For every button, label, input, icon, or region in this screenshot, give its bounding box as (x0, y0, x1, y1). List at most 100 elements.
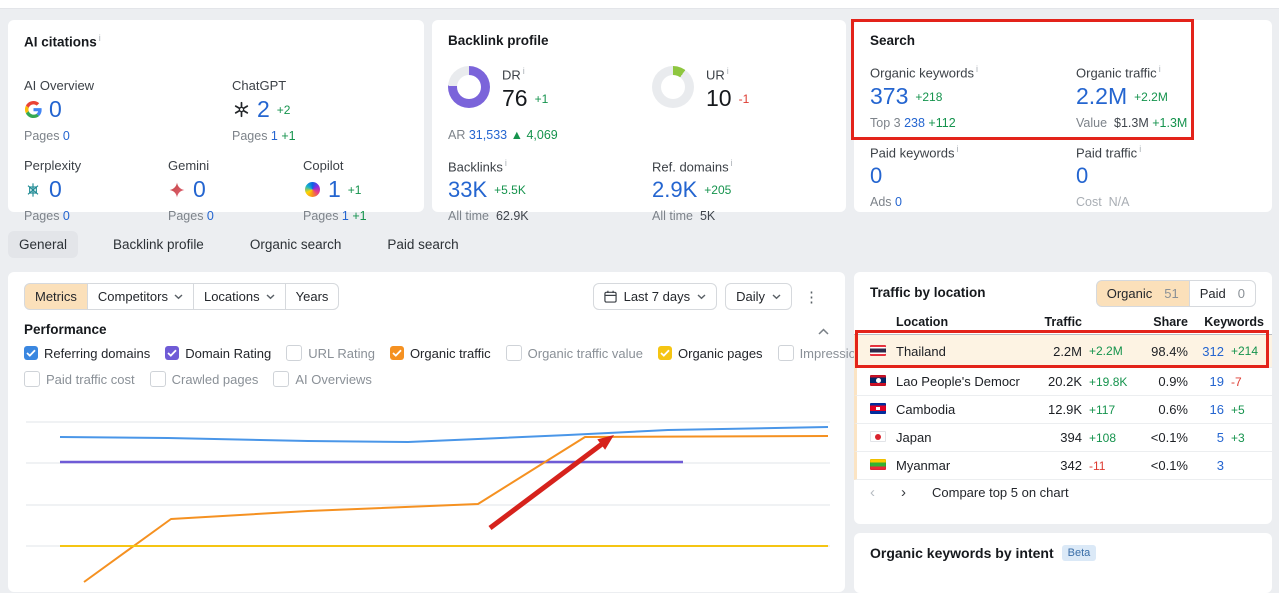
keywords-link[interactable]: 312 (1188, 344, 1224, 359)
keywords-link[interactable]: 19 (1188, 374, 1224, 389)
ref-domains-delta: +205 (704, 183, 732, 198)
checked-checkbox-icon (24, 346, 38, 360)
checked-checkbox-icon (389, 346, 404, 360)
location-pager: ‹ › Compare top 5 on chart (870, 484, 1069, 501)
metrics-button[interactable]: Metrics (24, 283, 88, 310)
checkbox-domain-rating[interactable]: Domain Rating (165, 346, 271, 361)
location-row-thailand[interactable]: Thailand 2.2M +2.2M 98.4% 312 +214 (854, 335, 1272, 368)
keywords-link[interactable]: 5 (1188, 430, 1224, 445)
paid-toggle-button[interactable]: Paid 0 (1188, 280, 1256, 307)
chart-line-referring-domains (59, 426, 829, 443)
domain-rating-block: DR i 76 +1 (448, 66, 548, 110)
collapse-chevron-icon[interactable] (818, 322, 829, 340)
dr-donut-chart (448, 66, 490, 108)
checkbox-organic-traffic-value[interactable]: Organic traffic value (505, 345, 643, 361)
ai-citation-count[interactable]: 0 (49, 178, 62, 201)
granularity-dropdown[interactable]: Daily (725, 283, 792, 310)
paid-keywords-value[interactable]: 0 (870, 165, 882, 187)
ur-label: UR i (706, 66, 729, 83)
location-table: Location Traffic Share Keywords Thailand… (854, 310, 1272, 480)
ref-domains-value[interactable]: 2.9K (652, 179, 697, 201)
location-row-cambodia[interactable]: Cambodia 12.9K +117 0.6% 16 +5 (854, 396, 1272, 424)
ur-delta: -1 (738, 91, 750, 106)
calendar-icon (603, 290, 617, 303)
pager-prev-icon[interactable]: ‹ (870, 484, 875, 501)
checkbox-referring-domains[interactable]: Referring domains (24, 346, 150, 361)
traffic-by-location-card: Traffic by location Organic 51 Paid 0 Loca… (854, 272, 1272, 524)
checkbox-organic-traffic[interactable]: Organic traffic (389, 346, 491, 361)
myanmar-flag-icon (870, 459, 886, 470)
info-icon: i (98, 33, 101, 43)
info-icon: i (522, 66, 525, 76)
checkbox-paid-traffic-cost[interactable]: Paid traffic cost (24, 371, 135, 387)
organic-toggle-button[interactable]: Organic 51 (1095, 280, 1190, 307)
unchecked-checkbox-icon (505, 345, 522, 361)
ai-citation-copilot: Copilot 1 +1 Pages 1 +1 (303, 158, 367, 223)
checkbox-crawled-pages[interactable]: Crawled pages (149, 371, 258, 387)
ai-citation-count[interactable]: 0 (193, 178, 206, 201)
ai-citation-count[interactable]: 1 (328, 178, 341, 201)
performance-section-title: Performance (24, 322, 107, 337)
keywords-delta: +3 (1231, 430, 1245, 445)
traffic-by-location-title: Traffic by location (870, 285, 986, 300)
locations-dropdown[interactable]: Locations (192, 283, 286, 310)
location-row-myanmar[interactable]: Myanmar 342 -11 <0.1% 3 (854, 452, 1272, 480)
ai-pages: Pages 0 (24, 129, 70, 143)
pager-next-icon[interactable]: › (901, 484, 906, 501)
date-range-dropdown[interactable]: Last 7 days (592, 283, 718, 310)
location-row-japan[interactable]: Japan 394 +108 <0.1% 5 +3 (854, 424, 1272, 452)
location-name: Japan (896, 430, 932, 445)
location-name: Thailand (896, 343, 946, 359)
tab-paid-search[interactable]: Paid search (376, 231, 469, 258)
checkbox-ai-overviews[interactable]: AI Overviews (273, 371, 372, 387)
compare-top5-link[interactable]: Compare top 5 on chart (932, 485, 1069, 500)
more-options-kebab-icon[interactable]: ⋮ (800, 286, 823, 308)
checkbox-label: AI Overviews (295, 371, 372, 387)
backlinks-value[interactable]: 33K (448, 179, 487, 201)
copilot-icon (303, 181, 321, 199)
checkbox-url-rating[interactable]: URL Rating (286, 345, 375, 361)
keywords-link[interactable]: 16 (1188, 402, 1224, 417)
ai-citation-count[interactable]: 0 (49, 98, 62, 121)
info-icon: i (976, 64, 979, 74)
chevron-down-icon (266, 293, 275, 300)
info-icon: i (1158, 64, 1161, 74)
top3-value[interactable]: 238 (904, 116, 925, 130)
japan-flag-icon (870, 431, 886, 442)
performance-chart (26, 421, 830, 583)
traffic-value: 394 (1060, 430, 1082, 445)
organic-paid-toggle: Organic 51 Paid 0 (1095, 280, 1256, 307)
ur-donut-chart (652, 66, 694, 108)
traffic-value: 342 (1060, 458, 1082, 473)
metric-checkbox-row-2: Paid traffic cost Crawled pages AI Overvie… (24, 371, 372, 387)
share-value: 98.4% (1151, 343, 1188, 359)
chevron-down-icon (174, 293, 183, 300)
tab-backlink-profile[interactable]: Backlink profile (102, 231, 215, 258)
checkbox-organic-pages[interactable]: Organic pages (658, 346, 763, 361)
tab-organic-search[interactable]: Organic search (239, 231, 353, 258)
location-row-laos[interactable]: Lao People's Democratic Reput 20.2K +19.8K… (854, 368, 1272, 396)
backlinks-block: Backlinks i 33K +5.5K All time 62.9K (448, 158, 529, 224)
gemini-icon (168, 181, 186, 199)
backlink-profile-card: Backlink profile DR i 76 +1 AR 31,533 ▲ 4… (432, 20, 846, 223)
backlink-profile-title: Backlink profile (448, 33, 549, 48)
ai-citation-count[interactable]: 2 (257, 98, 270, 121)
keywords-delta: +5 (1231, 402, 1245, 417)
tab-general[interactable]: General (8, 231, 79, 258)
organic-keywords-value[interactable]: 373 (870, 85, 908, 108)
keywords-link[interactable]: 3 (1188, 458, 1224, 473)
organic-keywords-block: Organic keywords i 373 +218 Top 3 238 +11… (870, 64, 979, 131)
unchecked-checkbox-icon (286, 345, 303, 361)
checkbox-label: Paid traffic cost (46, 371, 135, 387)
location-name: Cambodia (896, 402, 956, 417)
ur-value: 10 (706, 85, 732, 112)
competitors-dropdown[interactable]: Competitors (86, 283, 194, 310)
perplexity-icon (24, 181, 42, 199)
beta-badge: Beta (1061, 545, 1097, 561)
share-value: 0.6% (1158, 402, 1188, 417)
organic-traffic-value[interactable]: 2.2M (1076, 85, 1127, 108)
paid-traffic-value[interactable]: 0 (1076, 165, 1088, 187)
years-button[interactable]: Years (284, 283, 340, 310)
laos-flag-icon (870, 375, 886, 386)
ar-value[interactable]: 31,533 (469, 128, 507, 142)
